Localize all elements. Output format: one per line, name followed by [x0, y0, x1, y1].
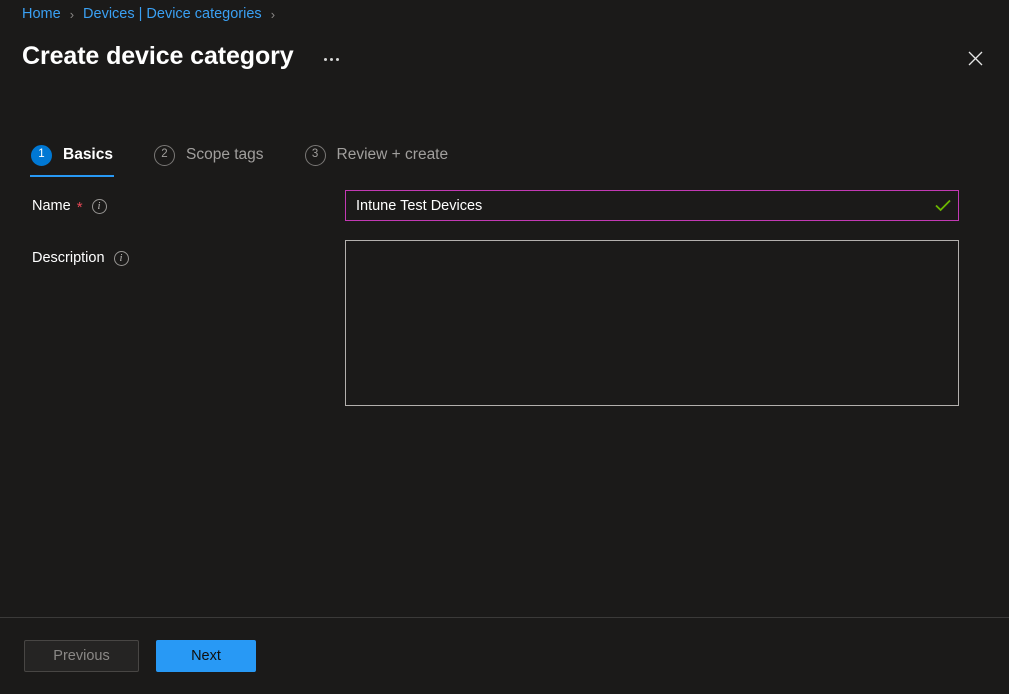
footer-actions: Previous Next: [0, 618, 1009, 694]
page-title: Create device category: [22, 41, 294, 70]
tab-review-create[interactable]: 3 Review + create: [304, 136, 450, 174]
name-input[interactable]: [346, 191, 928, 220]
tab-label: Basics: [63, 146, 113, 163]
name-label: Name: [32, 198, 71, 214]
info-icon[interactable]: i: [113, 250, 129, 266]
next-button[interactable]: Next: [156, 640, 256, 672]
tab-basics[interactable]: 1 Basics: [30, 136, 114, 177]
breadcrumb: Home › Devices | Device categories ›: [22, 3, 284, 25]
ellipsis-dot: [336, 57, 340, 61]
previous-button[interactable]: Previous: [24, 640, 139, 672]
ellipsis-icon[interactable]: [317, 44, 347, 74]
tab-step-number: 3: [304, 144, 326, 166]
name-input-container: [345, 190, 959, 221]
tab-step-number: 2: [153, 144, 175, 166]
breadcrumb-separator-icon: ›: [270, 6, 276, 22]
breadcrumb-item-home[interactable]: Home: [22, 6, 61, 22]
info-icon[interactable]: i: [91, 198, 107, 214]
basics-form: Name * i Description i: [0, 190, 1009, 420]
tab-active-underline: [30, 175, 114, 177]
tab-scope-tags[interactable]: 2 Scope tags: [153, 136, 265, 174]
title-row: Create device category: [22, 36, 987, 76]
required-asterisk: *: [76, 198, 83, 216]
ellipsis-dot: [330, 57, 334, 61]
close-icon[interactable]: [959, 42, 991, 74]
checkmark-icon: [928, 191, 958, 220]
description-label: Description: [32, 250, 105, 266]
breadcrumb-item-devices-device-categories[interactable]: Devices | Device categories: [83, 6, 262, 22]
name-label-group: Name * i: [32, 198, 107, 216]
description-textarea[interactable]: [345, 240, 959, 406]
tab-label: Scope tags: [185, 146, 264, 163]
wizard-tabs: 1 Basics 2 Scope tags 3 Review + create: [30, 136, 488, 178]
tab-label: Review + create: [336, 146, 449, 163]
description-label-group: Description i: [32, 250, 129, 266]
breadcrumb-separator-icon: ›: [69, 6, 75, 22]
field-row-name: Name * i: [0, 190, 1009, 240]
field-row-description: Description i: [0, 240, 1009, 420]
ellipsis-dot: [324, 57, 328, 61]
tab-step-number: 1: [31, 144, 52, 166]
